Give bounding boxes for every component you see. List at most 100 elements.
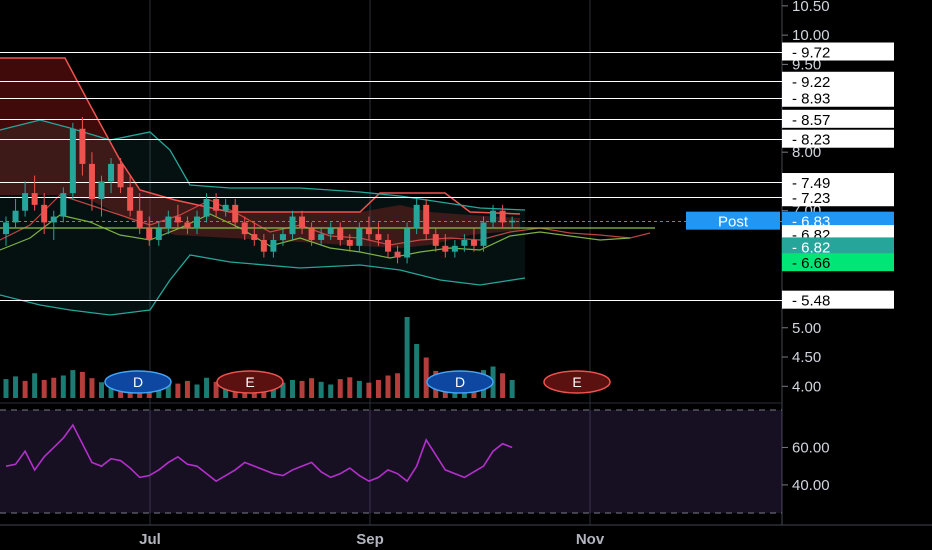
volume-bar: [60, 375, 66, 398]
volume-bar: [70, 370, 76, 398]
candle-body: [165, 216, 172, 229]
candle-body: [12, 210, 19, 223]
candle-body: [385, 239, 391, 252]
rsi-background: [0, 410, 782, 513]
level-price-label: - 7.23: [792, 190, 830, 207]
volume-bar: [22, 380, 28, 398]
candle-body: [203, 199, 210, 217]
post-label: Post: [718, 214, 749, 231]
candle-body: [442, 245, 449, 252]
candle-body: [509, 220, 516, 223]
candle-body: [375, 234, 382, 240]
volume-bar: [3, 379, 9, 398]
candle-body: [88, 163, 95, 199]
candle-body: [31, 193, 38, 205]
volume-bar: [375, 380, 381, 398]
candle-body: [490, 210, 497, 223]
candle-body: [413, 204, 420, 229]
candle-body: [432, 234, 439, 246]
candle-body: [127, 187, 134, 211]
price-tick-label: 10.50: [792, 0, 830, 15]
volume-bar: [299, 380, 305, 398]
candle-body: [404, 228, 411, 258]
candle-body: [241, 222, 248, 235]
time-axis: Jul Sep Nov: [139, 531, 605, 548]
volume-bar: [328, 384, 334, 398]
volume-bar: [99, 382, 104, 398]
volume-bar: [500, 373, 506, 398]
candle-body: [394, 251, 401, 258]
candle-body: [108, 163, 115, 182]
candle-body: [232, 204, 239, 223]
rsi-tick-label: 40.00: [792, 477, 830, 494]
candle-body: [499, 210, 506, 223]
candle-body: [213, 199, 220, 211]
price-tag-value: - 6.66: [792, 255, 830, 272]
candle-body: [79, 128, 86, 164]
candle-body: [194, 216, 200, 229]
candle-body: [289, 216, 296, 235]
price-tick-label: 5.00: [792, 320, 821, 337]
level-price-label: - 9.72: [792, 45, 830, 62]
level-price-label: - 5.48: [792, 293, 830, 310]
rsi-pane: [0, 409, 782, 514]
volume-bar: [318, 381, 324, 398]
candle-body: [451, 245, 458, 252]
candle-body: [337, 228, 344, 240]
candle-body: [222, 204, 229, 211]
volume-bar: [414, 344, 420, 398]
event-marker-label: E: [245, 374, 254, 390]
candle-body: [480, 222, 487, 246]
volume-bar: [509, 380, 515, 398]
level-price-label: - 8.93: [792, 91, 830, 108]
volume-bar: [347, 377, 353, 398]
candle-body: [346, 239, 353, 246]
candle-body: [356, 228, 363, 246]
candle-body: [146, 228, 153, 240]
time-tick-label: Nov: [576, 531, 605, 548]
volume-bar: [79, 371, 85, 398]
candle-body: [327, 228, 334, 235]
candle-body: [155, 228, 162, 240]
volume-bar: [184, 380, 190, 398]
volume-bar: [32, 373, 38, 398]
volume-bar: [366, 382, 372, 398]
volume-bar: [385, 375, 391, 398]
event-marker-label: E: [572, 374, 581, 390]
volume-bar: [204, 377, 210, 398]
candle-body: [318, 234, 325, 240]
candle-body: [299, 216, 306, 229]
indicator-bands: [0, 57, 655, 316]
volume-bar: [356, 380, 362, 398]
candle-body: [423, 204, 430, 235]
candle-body: [50, 216, 57, 223]
volume-bar: [175, 383, 181, 398]
level-price-label: - 9.22: [792, 74, 830, 91]
chart[interactable]: DEDE 10.5010.009.508.007.005.004.504.00-…: [0, 0, 932, 550]
candle-body: [260, 239, 267, 252]
candle-body: [365, 228, 372, 235]
level-price-label: - 8.23: [792, 132, 830, 149]
candle-body: [136, 210, 143, 229]
candle-body: [461, 239, 468, 246]
candle-body: [41, 204, 48, 223]
volume-bar: [51, 377, 57, 398]
bollinger-band-area: [0, 120, 525, 315]
time-tick-label: Sep: [356, 531, 384, 548]
candle-body: [117, 163, 124, 188]
volume-bar: [89, 378, 95, 398]
level-price-label: - 8.57: [792, 112, 830, 129]
event-marker-label: D: [133, 374, 143, 390]
volume-bar: [194, 384, 200, 398]
candle-body: [174, 216, 181, 223]
volume-bar: [309, 378, 315, 398]
rsi-tick-label: 60.00: [792, 439, 830, 456]
price-tick-label: 4.50: [792, 349, 821, 366]
volume-bar: [337, 379, 343, 398]
event-marker-label: D: [455, 374, 465, 390]
volume-bar: [395, 373, 401, 398]
volume-bar: [423, 357, 429, 398]
price-tick-label: 10.00: [792, 27, 830, 44]
volume-bar: [290, 380, 295, 398]
candle-body: [184, 222, 191, 229]
